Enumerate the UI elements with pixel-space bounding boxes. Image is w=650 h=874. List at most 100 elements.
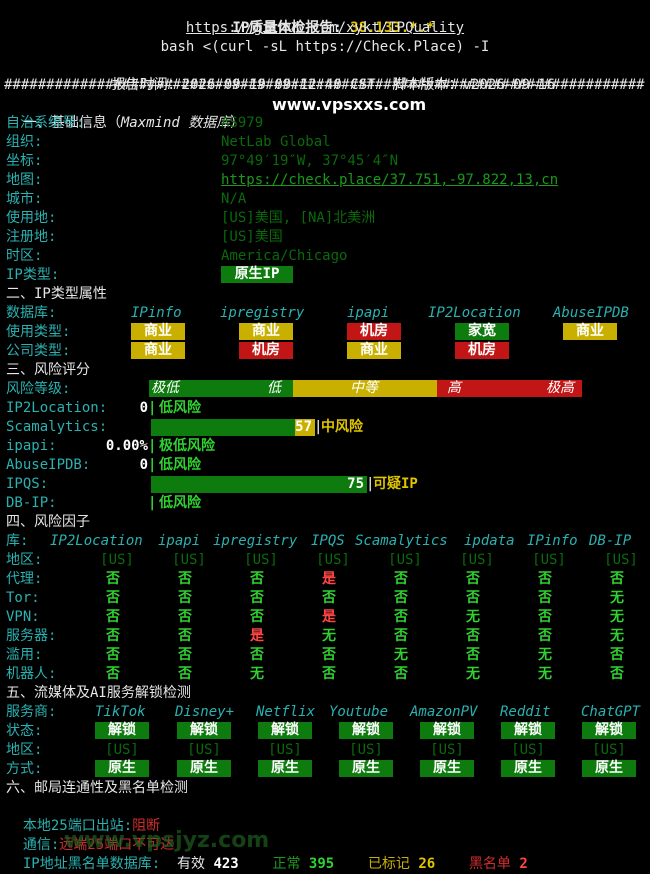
factor-value: 是 [322, 571, 336, 587]
factor-value: 否 [394, 571, 408, 587]
factor-value: 否 [610, 647, 624, 663]
factor-value: 无 [610, 609, 624, 625]
db-name: ipregistry [220, 305, 305, 321]
risk-source-label: Scamalytics: [6, 419, 108, 435]
blacklist-label: IP地址黑名单数据库: [22, 856, 161, 872]
lib-label: 库: [6, 533, 29, 549]
service-method-badge: 原生 [258, 760, 312, 777]
factor-value: 否 [178, 628, 192, 644]
service-method-badge: 原生 [582, 760, 636, 777]
factor-region-value: [US] [172, 552, 206, 568]
section5-title: 五、流媒体及AI服务解锁检测 [6, 685, 191, 701]
factor-value: 无 [538, 666, 552, 682]
risk-source-label: DB-IP: [6, 495, 57, 511]
service-name: Netflix [256, 704, 316, 720]
usage-badge: 商业 [563, 323, 617, 340]
company-badge: 商业 [347, 342, 401, 359]
factor-region-label: 地区: [6, 552, 43, 568]
factor-region-value: [US] [244, 552, 278, 568]
factor-lib-name: ipdata [464, 533, 515, 549]
watermark-vpsjyz: www.vpsjyz.com [64, 828, 270, 853]
factor-value: 无 [466, 666, 480, 682]
risk-source-label: ipapi: [6, 438, 57, 454]
basic-info-value: AS979 [221, 115, 264, 131]
service-name: Disney+ [175, 704, 235, 720]
risk-level-low: 低 [267, 380, 281, 396]
factor-value: 否 [106, 647, 120, 663]
service-status-badge: 解锁 [501, 722, 555, 739]
factor-value: 否 [466, 628, 480, 644]
service-status-badge: 解锁 [582, 722, 636, 739]
service-region-value: [US] [592, 742, 626, 758]
factor-region-value: [US] [316, 552, 350, 568]
repo-url[interactable]: https://github.com/xykt/IPQuality [0, 19, 650, 38]
basic-info-value: NetLab Global [221, 134, 331, 150]
risk-source-label: IPQS: [6, 476, 49, 492]
factor-label: VPN: [6, 609, 40, 625]
risk-level-scale: 极低 低 中等 高 极高 [149, 380, 582, 397]
ip-type-badge: 原生IP [221, 266, 293, 283]
map-link[interactable]: https://check.place/37.751,-97.822,13,cn [221, 171, 558, 190]
service-status-badge: 解锁 [177, 722, 231, 739]
valid-value: 423 [213, 856, 239, 872]
service-name: Youtube [329, 704, 389, 720]
factor-region-value: [US] [388, 552, 422, 568]
basic-info-label: 组织: [6, 134, 43, 150]
section3-title: 三、风险评分 [6, 362, 90, 378]
service-status-badge: 解锁 [420, 722, 474, 739]
factor-lib-name: ipapi [158, 533, 201, 549]
factor-label: 滥用: [6, 647, 43, 663]
basic-info-value: America/Chicago [221, 248, 348, 264]
normal-label: 正常 [272, 856, 301, 872]
service-name: Reddit [500, 704, 551, 720]
factor-lib-name: ipregistry [213, 533, 298, 549]
service-method-badge: 原生 [95, 760, 149, 777]
factor-value: 否 [394, 666, 408, 682]
service-region-label: 地区: [6, 742, 43, 758]
report-title: IP质量体检报告: 38.133.*.* [0, 0, 650, 36]
service-name: ChatGPT [581, 704, 641, 720]
db-name: IPinfo [131, 305, 182, 321]
black-value: 2 [519, 856, 528, 872]
risk-level-medium: 中等 [350, 380, 378, 396]
factor-label: 服务器: [6, 628, 57, 644]
service-name: AmazonPV [410, 704, 478, 720]
service-status-badge: 解锁 [258, 722, 312, 739]
risk-score-value: 75 [347, 476, 364, 492]
db-name: ipapi [347, 305, 390, 321]
factor-region-value: [US] [532, 552, 566, 568]
factor-value: 是 [250, 628, 264, 644]
risk-score-value: 0 [139, 400, 148, 416]
factor-value: 否 [106, 590, 120, 606]
service-region-value: [US] [105, 742, 139, 758]
factor-region-value: [US] [460, 552, 494, 568]
service-region-value: [US] [349, 742, 383, 758]
basic-info-value: [US]美国, [NA]北美洲 [221, 210, 376, 226]
factor-value: 无 [466, 609, 480, 625]
valid-label: 有效 [177, 856, 206, 872]
normal-value: 395 [308, 856, 335, 872]
command-line: bash <(curl -sL https://Check.Place) -I [160, 39, 490, 55]
factor-label: Tor: [6, 590, 40, 606]
section4-title: 四、风险因子 [6, 514, 90, 530]
status-label: 状态: [6, 723, 43, 739]
factor-value: 无 [322, 628, 336, 644]
factor-value: 否 [466, 590, 480, 606]
service-region-value: [US] [430, 742, 464, 758]
factor-value: 无 [610, 590, 624, 606]
basic-info-value: [US]美国 [221, 229, 283, 245]
basic-info-label: 时区: [6, 248, 43, 264]
factor-value: 否 [322, 590, 336, 606]
service-method-badge: 原生 [177, 760, 231, 777]
basic-info-label: 坐标: [6, 153, 43, 169]
risk-score-text: 低风险 [159, 400, 201, 416]
divider: ########################################… [4, 77, 645, 93]
factor-value: 否 [394, 609, 408, 625]
usage-badge: 家宽 [455, 323, 509, 340]
service-status-badge: 解锁 [339, 722, 393, 739]
risk-score-value: 0 [139, 457, 148, 473]
risk-level-very-high: 极高 [546, 380, 574, 396]
service-name: TikTok [95, 704, 146, 720]
port25-row: 本地25端口出站:阻断 [6, 798, 160, 834]
factor-region-value: [US] [100, 552, 134, 568]
